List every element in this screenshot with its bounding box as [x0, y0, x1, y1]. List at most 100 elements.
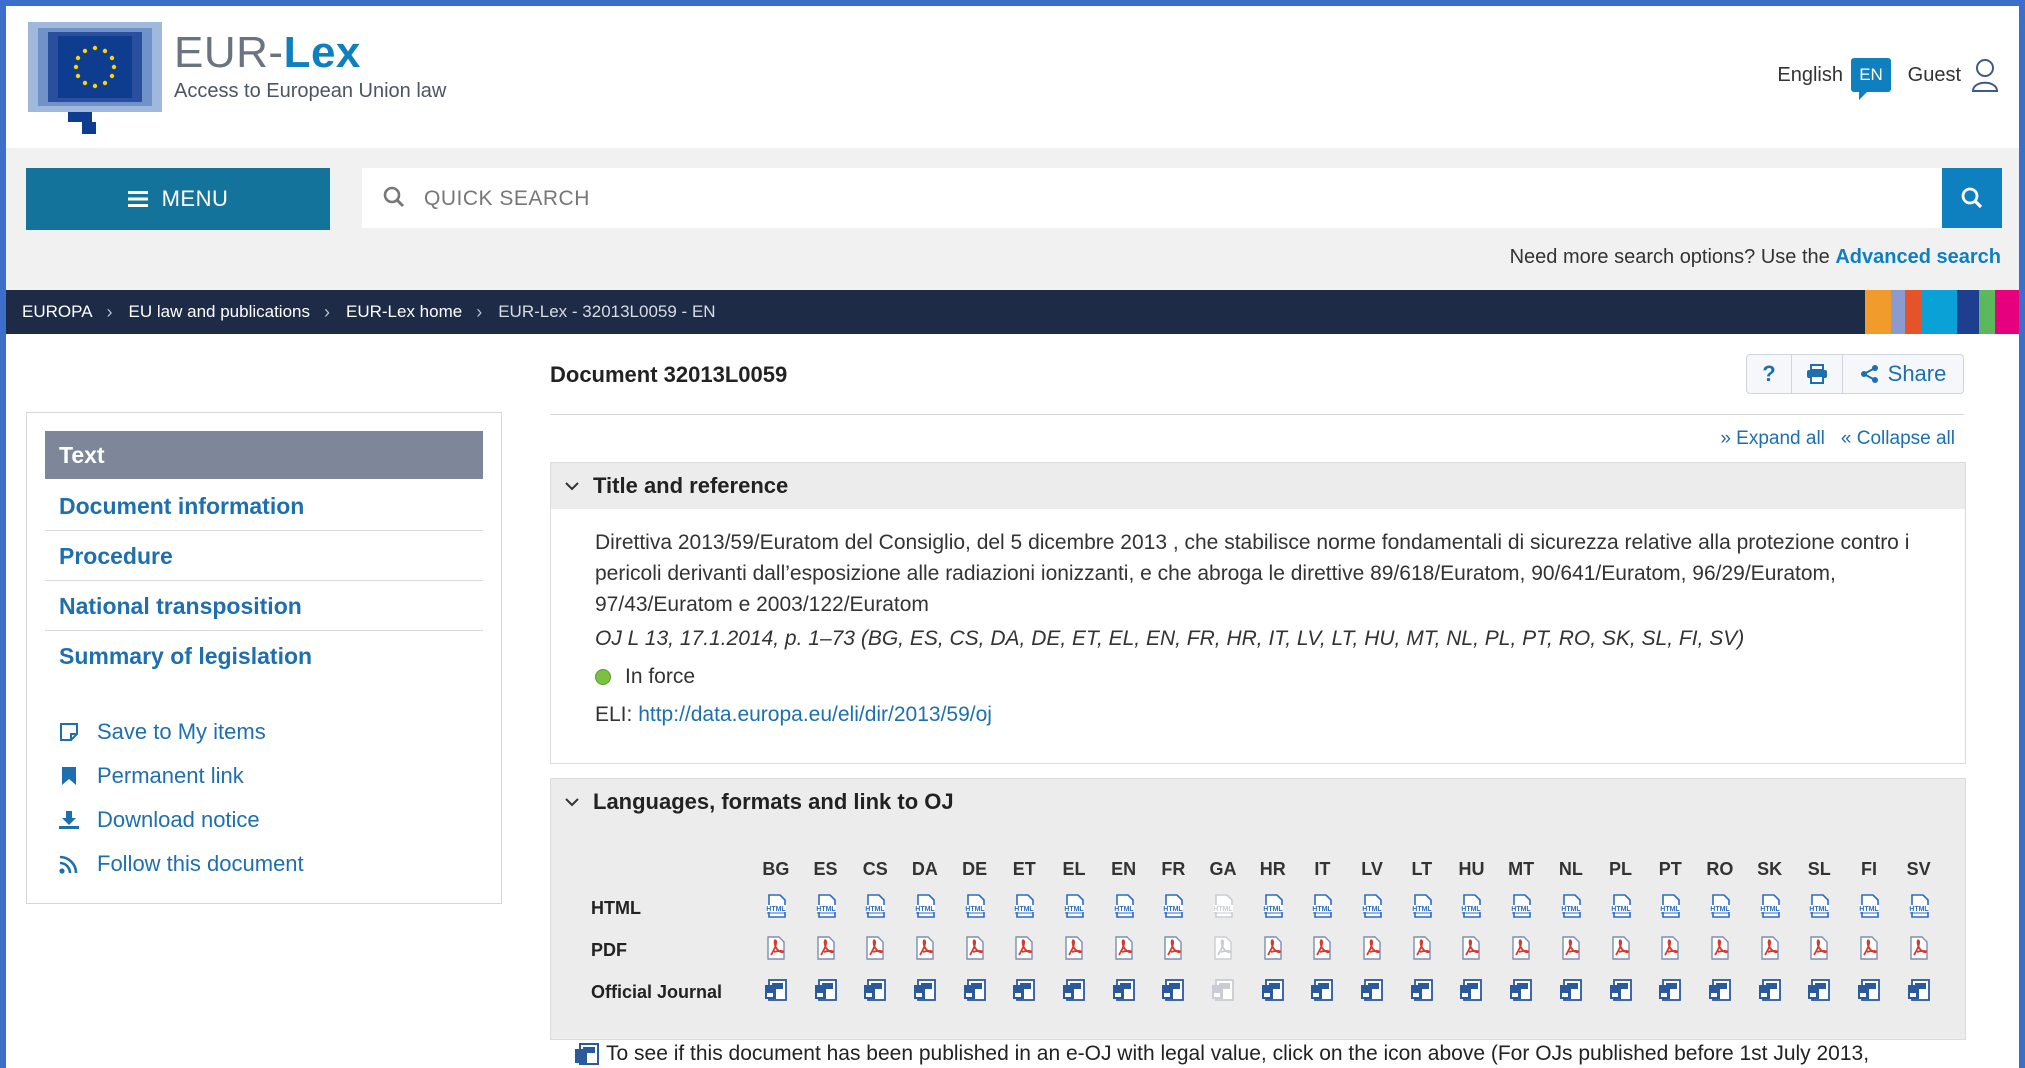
help-button[interactable]: ? [1747, 355, 1792, 393]
pdf-icon[interactable] [1149, 929, 1199, 971]
official-journal-icon[interactable] [1844, 971, 1894, 1013]
download-notice-link[interactable]: Download notice [57, 807, 260, 833]
brand[interactable]: EUR-Lex Access to European Union law [174, 28, 446, 103]
official-journal-icon[interactable] [1794, 971, 1844, 1013]
advanced-search-link[interactable]: Advanced search [1835, 246, 2001, 268]
html-icon[interactable]: HTML [1645, 887, 1695, 929]
breadcrumb-item-eu-law[interactable]: EU law and publications › [113, 302, 330, 323]
html-icon[interactable]: HTML [1347, 887, 1397, 929]
user-menu[interactable]: Guest [1908, 58, 1999, 92]
pdf-icon[interactable] [1298, 929, 1348, 971]
pdf-icon[interactable] [1049, 929, 1099, 971]
official-journal-icon[interactable] [801, 971, 851, 1013]
pdf-icon[interactable] [900, 929, 950, 971]
official-journal-icon[interactable] [1695, 971, 1745, 1013]
pdf-icon[interactable] [1844, 929, 1894, 971]
html-icon[interactable]: HTML [1596, 887, 1646, 929]
official-journal-icon[interactable] [1596, 971, 1646, 1013]
official-journal-icon[interactable] [751, 971, 801, 1013]
html-icon[interactable]: HTML [850, 887, 900, 929]
menu-button[interactable]: MENU [26, 168, 330, 230]
official-journal-icon[interactable] [1745, 971, 1795, 1013]
pdf-icon[interactable] [1695, 929, 1745, 971]
breadcrumb-item-europa[interactable]: EUROPA › [6, 302, 113, 323]
official-journal-icon[interactable] [1347, 971, 1397, 1013]
html-icon[interactable]: HTML [1695, 887, 1745, 929]
sidebar-item-summary-of-legislation[interactable]: Summary of legislation [45, 631, 483, 681]
official-journal-icon[interactable] [1447, 971, 1497, 1013]
sidebar-item-procedure[interactable]: Procedure [45, 531, 483, 581]
html-icon[interactable]: HTML [1248, 887, 1298, 929]
html-icon[interactable]: HTML [1794, 887, 1844, 929]
pdf-icon[interactable] [1496, 929, 1546, 971]
share-button[interactable]: Share [1843, 355, 1963, 393]
expand-all-link[interactable]: » Expand all [1720, 428, 1825, 450]
official-journal-icon[interactable] [1298, 971, 1348, 1013]
pdf-icon[interactable] [1248, 929, 1298, 971]
pdf-icon[interactable] [1596, 929, 1646, 971]
html-icon[interactable]: HTML [1745, 887, 1795, 929]
official-journal-icon[interactable] [950, 971, 1000, 1013]
official-journal-icon[interactable] [1149, 971, 1199, 1013]
official-journal-icon[interactable] [1546, 971, 1596, 1013]
pdf-icon[interactable] [1745, 929, 1795, 971]
pdf-icon[interactable] [1546, 929, 1596, 971]
official-journal-icon[interactable] [1248, 971, 1298, 1013]
pdf-icon[interactable] [801, 929, 851, 971]
html-icon[interactable]: HTML [900, 887, 950, 929]
search-button[interactable] [1942, 168, 2002, 228]
html-icon[interactable]: HTML [1447, 887, 1497, 929]
save-to-my-items-link[interactable]: Save to My items [57, 719, 266, 745]
pdf-icon[interactable] [751, 929, 801, 971]
pdf-icon[interactable] [1099, 929, 1149, 971]
breadcrumb-item-eurlex-home[interactable]: EUR-Lex home › [330, 302, 482, 323]
eli-link[interactable]: http://data.europa.eu/eli/dir/2013/59/oj [638, 703, 992, 726]
html-icon[interactable]: HTML [1099, 887, 1149, 929]
chevron-down-icon [565, 482, 579, 491]
languages-header[interactable]: Languages, formats and link to OJ [551, 779, 1965, 825]
html-icon[interactable]: HTML [999, 887, 1049, 929]
html-icon[interactable]: HTML [1894, 887, 1944, 929]
eurlex-logo[interactable] [28, 22, 162, 140]
official-journal-icon[interactable] [1049, 971, 1099, 1013]
quick-search-input[interactable] [422, 168, 1926, 230]
permanent-link[interactable]: Permanent link [57, 763, 244, 789]
official-journal-icon[interactable] [1894, 971, 1944, 1013]
html-icon[interactable]: HTML [1049, 887, 1099, 929]
print-button[interactable] [1792, 355, 1843, 393]
sidebar-item-document-information[interactable]: Document information [45, 481, 483, 531]
html-icon[interactable]: HTML [1298, 887, 1348, 929]
pdf-icon[interactable] [950, 929, 1000, 971]
sidebar-item-national-transposition[interactable]: National transposition [45, 581, 483, 631]
pdf-icon[interactable] [1397, 929, 1447, 971]
pdf-icon[interactable] [1347, 929, 1397, 971]
pdf-icon[interactable] [1645, 929, 1695, 971]
pdf-icon[interactable] [850, 929, 900, 971]
html-icon[interactable]: HTML [950, 887, 1000, 929]
html-icon[interactable]: HTML [751, 887, 801, 929]
language-selector[interactable]: English EN [1777, 58, 1891, 100]
follow-document-link[interactable]: Follow this document [57, 851, 304, 877]
html-icon[interactable]: HTML [1149, 887, 1199, 929]
official-journal-icon[interactable] [999, 971, 1049, 1013]
pdf-icon[interactable] [1794, 929, 1844, 971]
color-stripe [1979, 290, 1995, 334]
html-icon[interactable]: HTML [1397, 887, 1447, 929]
collapse-all-link[interactable]: « Collapse all [1841, 428, 1955, 450]
official-journal-icon[interactable] [1645, 971, 1695, 1013]
official-journal-icon[interactable] [1496, 971, 1546, 1013]
color-stripe [1957, 290, 1979, 334]
title-reference-header[interactable]: Title and reference [551, 463, 1965, 509]
pdf-icon[interactable] [999, 929, 1049, 971]
pdf-icon[interactable] [1447, 929, 1497, 971]
html-icon[interactable]: HTML [1844, 887, 1894, 929]
html-icon[interactable]: HTML [1496, 887, 1546, 929]
official-journal-icon[interactable] [850, 971, 900, 1013]
official-journal-icon[interactable] [1397, 971, 1447, 1013]
official-journal-icon[interactable] [900, 971, 950, 1013]
official-journal-icon[interactable] [1099, 971, 1149, 1013]
pdf-icon[interactable] [1894, 929, 1944, 971]
html-icon[interactable]: HTML [801, 887, 851, 929]
html-icon[interactable]: HTML [1546, 887, 1596, 929]
sidebar-tab-text[interactable]: Text [45, 431, 483, 479]
